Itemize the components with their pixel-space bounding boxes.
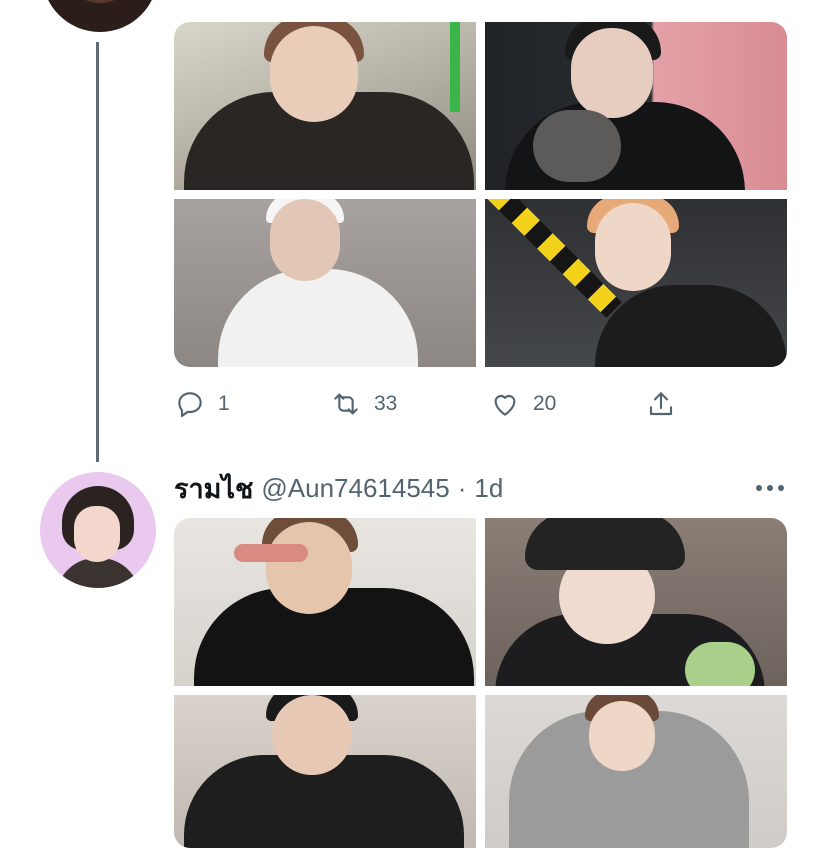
display-name[interactable]: รามไช (174, 467, 253, 510)
more-icon (756, 485, 784, 491)
retweet-icon (334, 393, 358, 415)
retweet-button[interactable]: 33 (330, 382, 397, 426)
media-photo-bottom-right[interactable] (485, 199, 787, 367)
share-icon (649, 392, 673, 416)
top-tweet-media-grid (174, 22, 787, 367)
more-options-button[interactable] (752, 472, 788, 504)
media-photo-bottom-left[interactable] (174, 199, 476, 367)
media-photo-top-right[interactable] (485, 22, 787, 190)
second-tweet-header: รามไช @Aun74614545 · 1d (174, 468, 503, 508)
reply-count: 1 (218, 392, 230, 415)
share-button[interactable] (645, 382, 677, 426)
heart-icon (494, 395, 516, 416)
second-tweet-media-grid (174, 518, 787, 848)
like-button[interactable]: 20 (489, 382, 556, 426)
retweet-count: 33 (374, 392, 398, 415)
user-handle[interactable]: @Aun74614545 (261, 473, 449, 504)
second-tweet-avatar[interactable] (40, 472, 156, 588)
reply-icon (178, 392, 202, 418)
separator-dot: · (457, 472, 467, 503)
tweet-action-bar: 1 33 20 (0, 382, 827, 426)
like-count: 20 (533, 392, 557, 415)
media-photo-bottom-left[interactable] (174, 695, 476, 848)
media-photo-top-left[interactable] (174, 518, 476, 686)
top-tweet-avatar[interactable] (42, 0, 158, 32)
media-photo-top-right[interactable] (485, 518, 787, 686)
media-photo-top-left[interactable] (174, 22, 476, 190)
tweet-timestamp[interactable]: 1d (474, 473, 503, 504)
reply-button[interactable]: 1 (174, 382, 230, 426)
media-photo-bottom-right[interactable] (485, 695, 787, 848)
